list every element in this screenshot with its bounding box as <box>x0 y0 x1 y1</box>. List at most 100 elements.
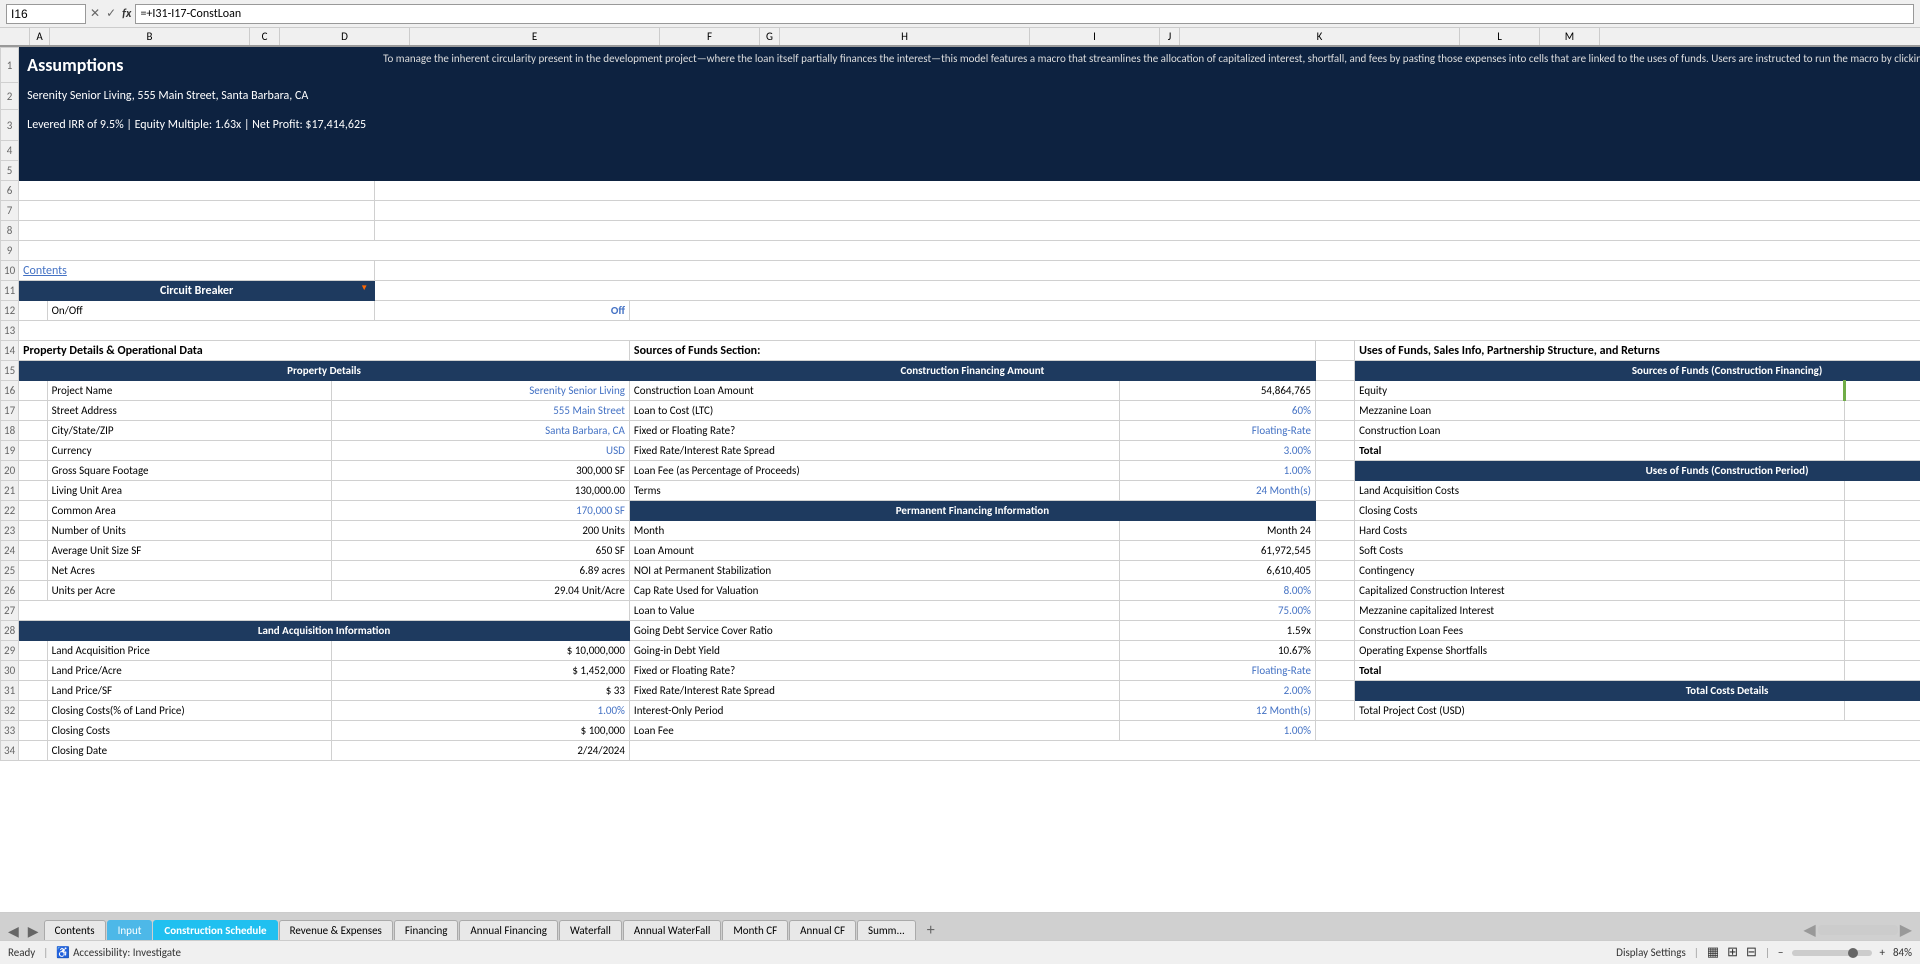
sheet-nav-right[interactable]: ▶ <box>24 923 43 940</box>
normal-view-icon[interactable]: ▦ <box>1707 945 1719 960</box>
tab-revenue-expenses[interactable]: Revenue & Expenses <box>279 920 393 940</box>
going-debt-yield-label: Going-in Debt Yield <box>629 641 1119 661</box>
zoom-slider[interactable] <box>1792 950 1872 956</box>
col-header-B[interactable]: B <box>50 28 250 45</box>
tab-construction-schedule[interactable]: Construction Schedule <box>153 920 277 940</box>
col-header-D[interactable]: D <box>280 28 410 45</box>
col-header-H[interactable]: H <box>780 28 1030 45</box>
tab-financing[interactable]: Financing <box>394 920 459 940</box>
zoom-thumb <box>1848 948 1858 958</box>
currency-value[interactable]: USD <box>332 441 630 461</box>
tab-summ[interactable]: Summ... <box>857 920 916 940</box>
tab-annual-cf[interactable]: Annual CF <box>789 920 856 940</box>
loan-amount-value[interactable]: 61,972,545 <box>1119 541 1315 561</box>
zoom-in-button[interactable]: + <box>1880 946 1885 959</box>
col-header-M[interactable]: M <box>1540 28 1600 45</box>
ltv-value[interactable]: 75.00% <box>1119 601 1315 621</box>
const-loan-src-value[interactable]: 54,864,765 <box>1845 421 1920 441</box>
avg-unit-size-value[interactable]: 650 SF <box>332 541 630 561</box>
units-per-acre-label: Units per Acre <box>47 581 332 601</box>
col-header-K[interactable]: K <box>1180 28 1460 45</box>
zoom-level[interactable]: 84% <box>1893 946 1912 959</box>
tab-month-cf[interactable]: Month CF <box>722 920 788 940</box>
closing-costs-pct-value[interactable]: 1.00% <box>332 701 630 721</box>
const-loan-value[interactable]: 54,864,765 <box>1119 381 1315 401</box>
loan-fee-value[interactable]: 1.00% <box>1119 461 1315 481</box>
street-addr-value[interactable]: 555 Main Street <box>332 401 630 421</box>
col-header-C[interactable]: C <box>250 28 280 45</box>
net-acres-value[interactable]: 6.89 acres <box>332 561 630 581</box>
perm-spread-value[interactable]: 2.00% <box>1119 681 1315 701</box>
off-label[interactable]: Off <box>375 301 630 321</box>
cap-const-interest-value[interactable]: 2,167,579 <box>1845 581 1920 601</box>
going-debt-yield-value[interactable]: 10.67% <box>1119 641 1315 661</box>
perm-floating-value[interactable]: Floating-Rate <box>1119 661 1315 681</box>
page-layout-icon[interactable]: ⊞ <box>1727 945 1738 960</box>
row-16: 16 Project Name Serenity Senior Living C… <box>1 381 1920 401</box>
spread-value[interactable]: 3.00% <box>1119 441 1315 461</box>
perm-loan-fee-value[interactable]: 1.00% <box>1119 721 1315 741</box>
tab-annual-financing[interactable]: Annual Financing <box>459 920 558 940</box>
gross-sf-value[interactable]: 300,000 SF <box>332 461 630 481</box>
scroll-right-arrow[interactable]: ▶ <box>1900 920 1912 940</box>
display-settings[interactable]: Display Settings <box>1616 946 1686 959</box>
units-per-acre-value[interactable]: 29.04 Unit/Acre <box>332 581 630 601</box>
add-sheet-button[interactable]: + <box>921 921 941 940</box>
hard-costs-value[interactable]: 66,800,000 <box>1845 521 1920 541</box>
io-period-value[interactable]: 12 Month(s) <box>1119 701 1315 721</box>
mezz-loan-value[interactable]: - <box>1845 401 1920 421</box>
page-break-icon[interactable]: ⊟ <box>1746 945 1757 960</box>
land-price-acre-value[interactable]: $ 1,452,000 <box>332 661 630 681</box>
living-unit-value[interactable]: 130,000.00 <box>332 481 630 501</box>
terms-value[interactable]: 24 Month(s) <box>1119 481 1315 501</box>
mezz-cap-int-value[interactable]: - <box>1845 601 1920 621</box>
closing-costs-dollar-value[interactable]: $ 100,000 <box>332 721 630 741</box>
horizontal-scrollbar[interactable] <box>1818 925 1898 935</box>
formula-input[interactable] <box>135 4 1914 24</box>
confirm-icon[interactable]: ✓ <box>106 6 116 21</box>
total-sources-label: Total <box>1355 441 1845 461</box>
scroll-left-arrow[interactable]: ◀ <box>1803 920 1815 940</box>
city-label: City/State/ZIP <box>47 421 332 441</box>
col-header-A[interactable]: A <box>30 28 50 45</box>
contingency-value[interactable]: 7,130,000 <box>1845 561 1920 581</box>
common-area-value[interactable]: 170,000 SF <box>332 501 630 521</box>
cell-ref-input[interactable] <box>6 4 86 24</box>
col-header-L[interactable]: L <box>1460 28 1540 45</box>
ltc-value[interactable]: 60% <box>1119 401 1315 421</box>
closing-date-value[interactable]: 2/24/2024 <box>332 741 630 761</box>
total-sources-value: 91,441,275 <box>1845 441 1920 461</box>
tab-annual-waterfall[interactable]: Annual WaterFall <box>623 920 722 940</box>
project-name-value[interactable]: Serenity Senior Living <box>332 381 630 401</box>
col-header-I[interactable]: I <box>1030 28 1160 45</box>
city-value[interactable]: Santa Barbara, CA <box>332 421 630 441</box>
cap-rate-value[interactable]: 8.00% <box>1119 581 1315 601</box>
land-acq-price-value[interactable]: $ 10,000,000 <box>332 641 630 661</box>
equity-value[interactable]: 36,576,510 <box>1845 381 1920 401</box>
cancel-icon[interactable]: ✕ <box>90 6 100 21</box>
sheet-nav-left[interactable]: ◀ <box>4 923 23 940</box>
col-header-F[interactable]: F <box>660 28 760 45</box>
accessibility-status[interactable]: Accessibility: Investigate <box>73 946 181 959</box>
tab-contents[interactable]: Contents <box>44 920 106 940</box>
col-header-J[interactable]: J <box>1160 28 1180 45</box>
tab-waterfall[interactable]: Waterfall <box>559 920 622 940</box>
tab-input[interactable]: Input <box>107 920 153 940</box>
floating-value[interactable]: Floating-Rate <box>1119 421 1315 441</box>
land-acq-costs-value[interactable]: 10,000,000 <box>1845 481 1920 501</box>
gdscr-value[interactable]: 1.59x <box>1119 621 1315 641</box>
zoom-out-button[interactable]: − <box>1778 946 1783 959</box>
soft-costs-value[interactable]: 4,500,000 <box>1845 541 1920 561</box>
loan-amount-label: Loan Amount <box>629 541 1119 561</box>
closing-costs-uses-value[interactable]: 100,000 <box>1845 501 1920 521</box>
op-shortfalls-value[interactable]: 195,048 <box>1845 641 1920 661</box>
land-price-sf-value[interactable]: $ 33 <box>332 681 630 701</box>
perm-month-value[interactable]: Month 24 <box>1119 521 1315 541</box>
col-header-E[interactable]: E <box>410 28 660 45</box>
noi-value[interactable]: 6,610,405 <box>1119 561 1315 581</box>
const-loan-fees-value[interactable]: 548,648 <box>1845 621 1920 641</box>
contents-link[interactable]: Contents <box>23 264 67 278</box>
units-value[interactable]: 200 Units <box>332 521 630 541</box>
col-header-G[interactable]: G <box>760 28 780 45</box>
total-project-cost-value[interactable]: 91,441,275 <box>1845 701 1920 721</box>
